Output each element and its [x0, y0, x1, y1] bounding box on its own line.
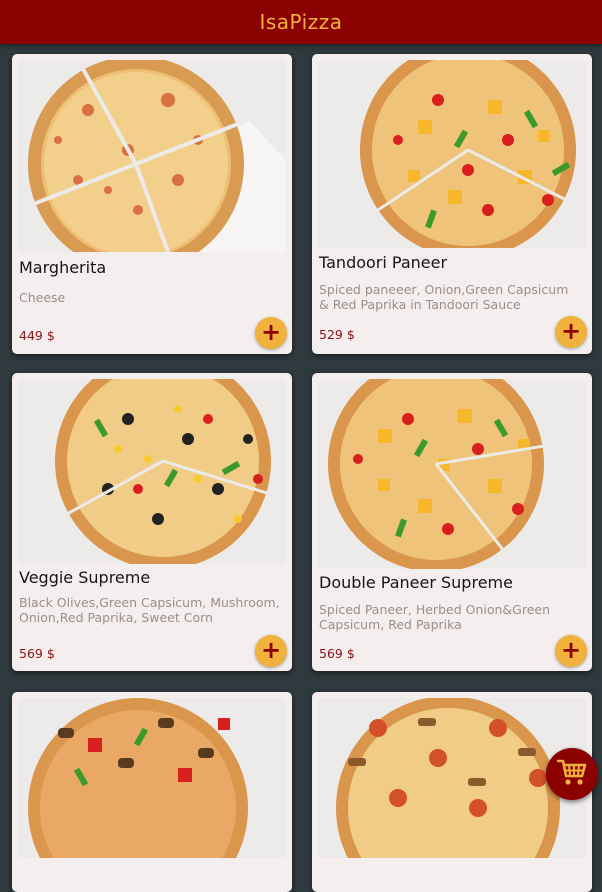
product-description: Spiced Paneer, Herbed Onion&Green Capsic… — [319, 602, 551, 632]
plus-icon: + — [560, 317, 582, 345]
product-description: Cheese — [19, 290, 66, 305]
product-description: Black Olives,Green Capsicum, Mushroom, O… — [19, 595, 280, 625]
product-card-margherita[interactable]: Margherita Cheese 449 $ + — [12, 54, 292, 354]
product-price: 529 $ — [319, 327, 355, 342]
product-price: 569 $ — [19, 646, 55, 661]
pizza-image-tandoori-paneer — [318, 60, 586, 248]
product-card-veggie-supreme[interactable]: Veggie Supreme Black Olives,Green Capsic… — [12, 373, 292, 671]
product-description: Spiced paneeer, Onion,Green Capsicum & R… — [319, 282, 569, 312]
product-price: 449 $ — [19, 328, 55, 343]
pizza-image-double-paneer-supreme — [318, 379, 586, 569]
add-to-cart-button[interactable]: + — [555, 635, 587, 667]
product-price: 569 $ — [319, 646, 355, 661]
add-to-cart-button[interactable]: + — [555, 316, 587, 348]
product-card-tandoori-paneer[interactable]: Tandoori Paneer Spiced paneeer, Onion,Gr… — [312, 54, 592, 354]
add-to-cart-button[interactable]: + — [255, 317, 287, 349]
product-card-5[interactable] — [12, 692, 292, 892]
product-card-6[interactable] — [312, 692, 592, 892]
product-card-double-paneer-supreme[interactable]: Double Paneer Supreme Spiced Paneer, Her… — [312, 373, 592, 671]
plus-icon: + — [260, 318, 282, 346]
pizza-image-veggie-supreme — [18, 379, 286, 564]
add-to-cart-button[interactable]: + — [255, 635, 287, 667]
plus-icon: + — [560, 636, 582, 664]
shopping-cart-icon — [556, 758, 587, 790]
product-name: Veggie Supreme — [19, 568, 151, 587]
plus-icon: + — [260, 636, 282, 664]
product-name: Margherita — [19, 258, 107, 277]
app-header: IsaPizza — [0, 0, 602, 44]
pizza-image-5 — [18, 698, 286, 858]
product-name: Tandoori Paneer — [319, 253, 448, 272]
cart-button[interactable] — [546, 748, 598, 800]
app-title: IsaPizza — [259, 10, 343, 34]
product-name: Double Paneer Supreme — [319, 573, 513, 592]
pizza-image-margherita — [18, 60, 286, 252]
